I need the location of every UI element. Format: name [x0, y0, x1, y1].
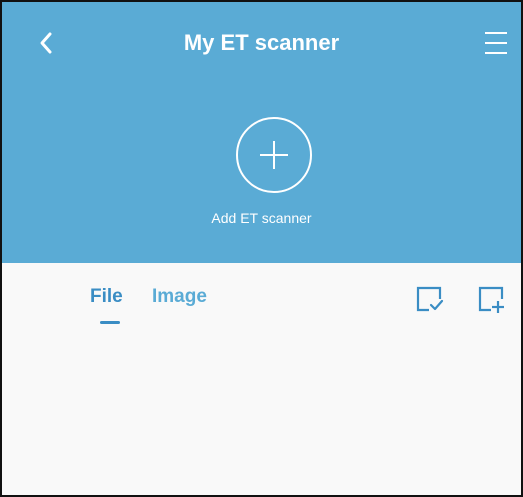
- hamburger-menu-icon: [485, 32, 507, 54]
- app-window: My ET scanner Add ET scanner File Image: [0, 0, 523, 497]
- tab-file[interactable]: File: [90, 285, 123, 309]
- file-list-area: [2, 333, 521, 495]
- select-button[interactable]: [415, 285, 445, 315]
- menu-button[interactable]: [478, 24, 514, 62]
- add-item-button[interactable]: [477, 285, 507, 315]
- add-scanner-label[interactable]: Add ET scanner: [2, 209, 521, 227]
- tab-image[interactable]: Image: [152, 285, 207, 309]
- header-bar: My ET scanner Add ET scanner: [2, 2, 521, 263]
- active-tab-indicator: [100, 321, 120, 324]
- plus-circle-icon: [236, 117, 312, 193]
- add-scanner-button[interactable]: [235, 116, 313, 194]
- select-check-icon: [416, 286, 444, 312]
- add-square-icon: [478, 286, 504, 313]
- page-title: My ET scanner: [183, 30, 340, 55]
- tab-bar: File Image: [2, 263, 521, 333]
